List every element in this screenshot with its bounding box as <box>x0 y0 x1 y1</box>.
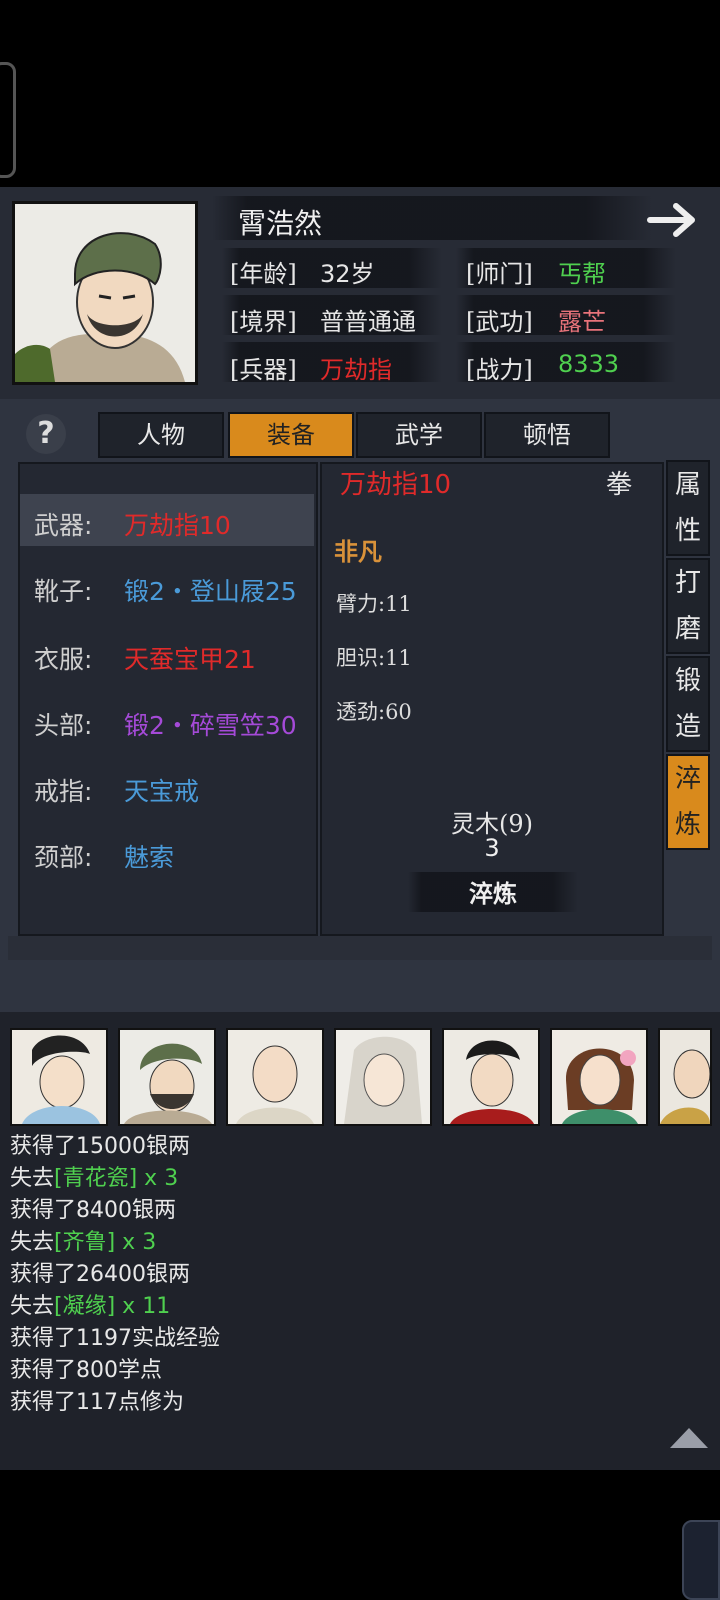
equip-item: 万劫指10 <box>124 511 231 540</box>
side-tab-char: 炼 <box>674 810 701 840</box>
sect-label: [师门] <box>466 260 533 288</box>
log-text: 获得了8400银两 <box>10 1198 176 1223</box>
tab-equipment[interactable]: 装备 <box>228 412 354 458</box>
log-text: 失去 <box>10 1230 55 1255</box>
party-avatar[interactable] <box>658 1028 712 1126</box>
martial-value: 露芒 <box>558 308 606 336</box>
power-label: [战力] <box>466 356 533 384</box>
log-text: 获得了26400银两 <box>10 1262 190 1287</box>
refine-button[interactable]: 淬炼 <box>408 874 578 909</box>
weapon-value: 万劫指 <box>320 356 392 384</box>
equip-row-head[interactable]: 头部: 锻2・碎雪笠30 <box>20 694 314 746</box>
slot-label: 靴子: <box>34 577 93 606</box>
detail-rarity: 非凡 <box>334 537 382 566</box>
item-detail-panel: 万劫指10 拳 非凡 臂力:11 胆识:11 透劲:60 灵木(9) 3 淬炼 <box>320 462 664 936</box>
detail-item-name: 万劫指10 <box>340 470 452 500</box>
character-name: 霄浩然 <box>238 207 323 240</box>
equipment-list: 武器: 万劫指10 靴子: 锻2・登山屐25 衣服: 天蚕宝甲21 头部: 锻2… <box>18 462 318 936</box>
equip-item: 天宝戒 <box>124 777 200 806</box>
equip-row-boots[interactable]: 靴子: 锻2・登山屐25 <box>20 560 314 612</box>
equip-row-weapon[interactable]: 武器: 万劫指10 <box>20 494 314 546</box>
log-text: 获得了117点修为 <box>10 1390 184 1415</box>
log-qty: x 3 <box>115 1230 157 1255</box>
log-text: 获得了1197实战经验 <box>10 1326 220 1351</box>
side-tab-forge[interactable]: 锻 造 <box>666 656 710 752</box>
detail-stat: 臂力:11 <box>336 592 412 616</box>
side-tab-polish[interactable]: 打 磨 <box>666 558 710 654</box>
equip-row-clothes[interactable]: 衣服: 天蚕宝甲21 <box>20 628 314 680</box>
log-line: 失去[凝缘] x 11 <box>10 1292 170 1322</box>
character-portrait <box>12 201 198 385</box>
party-avatar[interactable] <box>10 1028 108 1126</box>
log-qty: x 3 <box>137 1166 179 1191</box>
overlay-handle <box>0 62 16 178</box>
side-tab-char: 磨 <box>674 614 701 644</box>
log-line: 获得了8400银两 <box>10 1196 176 1226</box>
detail-stat: 透劲:60 <box>336 700 412 724</box>
tab-enlightenment[interactable]: 顿悟 <box>484 412 610 458</box>
log-text: 获得了800学点 <box>10 1358 162 1383</box>
detail-stat: 胆识:11 <box>336 646 412 670</box>
panel-bottom-edge <box>8 936 712 960</box>
collapse-up-icon[interactable] <box>668 1426 710 1450</box>
log-line: 获得了117点修为 <box>10 1388 184 1418</box>
log-item: [齐鲁] <box>54 1230 116 1255</box>
log-line: 失去[青花瓷] x 3 <box>10 1164 178 1194</box>
floating-menu-icon[interactable] <box>682 1520 720 1600</box>
log-item: [凝缘] <box>54 1294 116 1319</box>
next-arrow-icon[interactable] <box>646 198 702 242</box>
power-value: 8333 <box>558 350 620 378</box>
tab-martial-arts[interactable]: 武学 <box>356 412 482 458</box>
party-avatar[interactable] <box>118 1028 216 1126</box>
side-tab-char: 锻 <box>674 666 701 696</box>
tab-character[interactable]: 人物 <box>98 412 224 458</box>
slot-label: 武器: <box>34 511 93 540</box>
weapon-label: [兵器] <box>230 356 297 384</box>
detail-item-type: 拳 <box>606 470 633 500</box>
party-avatar[interactable] <box>442 1028 540 1126</box>
log-item: [青花瓷] <box>54 1166 138 1191</box>
equip-row-ring[interactable]: 戒指: 天宝戒 <box>20 760 314 812</box>
side-tab-char: 属 <box>674 470 701 500</box>
log-line: 获得了800学点 <box>10 1356 162 1386</box>
side-tab-char: 淬 <box>674 764 701 794</box>
equip-row-neck[interactable]: 颈部: 魅索 <box>20 826 314 878</box>
realm-label: [境界] <box>230 308 297 336</box>
equip-item: 魅索 <box>124 843 175 872</box>
log-line: 获得了26400银两 <box>10 1260 190 1290</box>
slot-label: 戒指: <box>34 777 93 806</box>
log-line: 失去[齐鲁] x 3 <box>10 1228 156 1258</box>
age-value: 32岁 <box>320 260 375 288</box>
side-tab-char: 造 <box>674 712 701 742</box>
sect-value: 丐帮 <box>558 260 606 288</box>
log-line: 获得了15000银两 <box>10 1132 190 1162</box>
equip-item: 锻2・碎雪笠30 <box>124 711 297 740</box>
side-tab-char: 性 <box>674 516 701 546</box>
age-label: [年龄] <box>230 260 297 288</box>
party-avatar[interactable] <box>334 1028 432 1126</box>
log-text: 失去 <box>10 1166 55 1191</box>
log-text: 获得了15000银两 <box>10 1134 190 1159</box>
slot-label: 颈部: <box>34 843 93 872</box>
party-avatar[interactable] <box>226 1028 324 1126</box>
equip-item: 锻2・登山屐25 <box>124 577 297 606</box>
slot-label: 头部: <box>34 711 93 740</box>
side-tab-refine[interactable]: 淬 炼 <box>666 754 710 850</box>
log-text: 失去 <box>10 1294 55 1319</box>
equip-item: 天蚕宝甲21 <box>124 645 256 674</box>
side-tab-attributes[interactable]: 属 性 <box>666 460 710 556</box>
realm-value: 普普通通 <box>320 308 416 336</box>
log-line: 获得了1197实战经验 <box>10 1324 220 1354</box>
slot-label: 衣服: <box>34 645 93 674</box>
party-avatar[interactable] <box>550 1028 648 1126</box>
side-tab-char: 打 <box>674 568 701 598</box>
material-count: 3 <box>484 834 500 862</box>
help-icon[interactable]: ? <box>26 414 66 454</box>
log-qty: x 11 <box>115 1294 171 1319</box>
martial-label: [武功] <box>466 308 533 336</box>
